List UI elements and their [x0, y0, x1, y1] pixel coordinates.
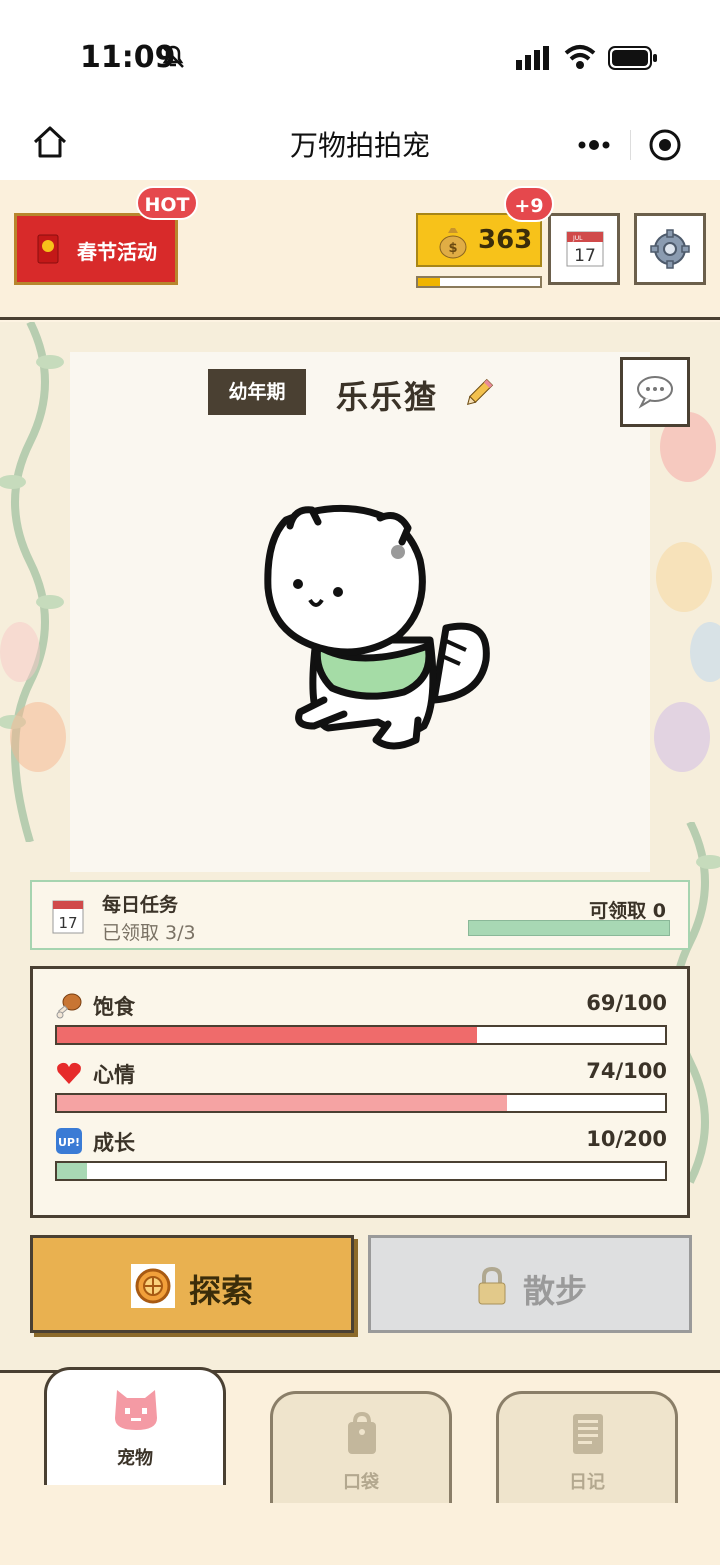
coin-progress-bar: [416, 276, 542, 288]
lock-icon: [478, 1266, 506, 1305]
stat-label: 心情: [93, 1063, 135, 1087]
daily-tasks-progress-bar: [468, 920, 670, 936]
balloon-decoration: [654, 702, 710, 772]
coin-progress-fill: [418, 278, 440, 286]
stat-bar: [55, 1093, 667, 1113]
pet-illustration[interactable]: [258, 500, 498, 760]
money-bag-icon: $: [439, 228, 467, 259]
balloon-decoration: [10, 702, 66, 772]
tab-pocket[interactable]: 口袋: [270, 1391, 452, 1503]
pencil-icon[interactable]: [462, 376, 496, 410]
calendar-icon: JUL 17: [566, 231, 604, 267]
stat-value: 69/100: [586, 991, 667, 1015]
tab-label: 日记: [569, 1472, 605, 1493]
nav-bar: 万物拍拍宠: [0, 110, 720, 180]
pet-face-icon: [115, 1390, 157, 1430]
svg-text:$: $: [448, 241, 457, 256]
battery-icon: [608, 46, 657, 70]
svg-text:17: 17: [58, 914, 77, 932]
balloon-decoration: [690, 622, 720, 682]
coin-value: 363: [478, 225, 533, 255]
daily-tasks-claimable: 可领取 0: [589, 900, 666, 922]
svg-text:UP!: UP!: [58, 1136, 80, 1149]
close-miniprogram-icon[interactable]: [648, 128, 682, 162]
chat-button[interactable]: [620, 357, 690, 427]
stat-fill: [57, 1027, 477, 1043]
more-icon[interactable]: [574, 130, 614, 160]
hot-badge: HOT: [136, 186, 198, 220]
red-envelope-icon: [37, 234, 59, 264]
tab-bar: 宠物 口袋 日记: [0, 1367, 720, 1565]
bag-icon: [348, 1412, 376, 1454]
balloon-decoration: [656, 542, 712, 612]
compass-icon: [131, 1264, 175, 1308]
mute-icon: [162, 45, 184, 68]
explore-label: 探索: [189, 1272, 254, 1310]
settings-button[interactable]: [634, 213, 706, 285]
daily-tasks-card[interactable]: 17 每日任务 已领取 3/3 可领取 0: [30, 880, 690, 950]
svg-text:JUL: JUL: [572, 235, 583, 242]
spring-festival-event-button[interactable]: 春节活动: [14, 213, 178, 285]
wifi-icon: [564, 45, 596, 69]
event-label: 春节活动: [77, 240, 157, 264]
stat-label: 成长: [93, 1131, 135, 1155]
status-bar: 11:09: [0, 0, 720, 110]
stat-value: 74/100: [586, 1059, 667, 1083]
tab-pet[interactable]: 宠物: [44, 1367, 226, 1485]
up-icon: UP!: [56, 1128, 82, 1154]
game-header: 春节活动 $ 363 JUL 17: [0, 180, 720, 320]
stat-bar: [55, 1025, 667, 1045]
explore-button[interactable]: 探索: [30, 1235, 354, 1333]
signal-icon: [516, 46, 549, 70]
capsule-divider: [630, 130, 631, 160]
svg-text:17: 17: [574, 246, 596, 266]
daily-tasks-title: 每日任务: [102, 894, 179, 916]
stat-bar: [55, 1161, 667, 1181]
diary-icon: [573, 1414, 603, 1454]
daily-tasks-status: 已领取 3/3: [102, 922, 196, 944]
tab-label: 宠物: [117, 1448, 153, 1469]
speech-bubble-icon: [637, 376, 673, 409]
tab-diary[interactable]: 日记: [496, 1391, 678, 1503]
mini-program-capsule: [552, 116, 704, 174]
walk-button[interactable]: 散步: [368, 1235, 692, 1333]
drumstick-icon: [56, 993, 82, 1019]
stat-label: 饱食: [93, 995, 135, 1019]
pet-stats-card: 饱食 69/100 心情 74/100 UP! 成长 10/200: [30, 966, 690, 1218]
stat-value: 10/200: [586, 1127, 667, 1151]
stat-fill: [57, 1163, 88, 1179]
gear-icon: [650, 229, 690, 269]
walk-label: 散步: [523, 1272, 588, 1310]
pet-name[interactable]: 乐乐猹: [336, 372, 438, 418]
heart-icon: [57, 1062, 81, 1084]
growth-stage-tag: 幼年期: [208, 369, 306, 415]
calendar-button[interactable]: JUL 17: [548, 213, 620, 285]
tab-label: 口袋: [343, 1472, 379, 1493]
coin-bonus-badge: +9: [504, 186, 554, 222]
balloon-decoration: [0, 622, 40, 682]
stat-fill: [57, 1095, 507, 1111]
calendar-icon: 17: [52, 900, 84, 934]
